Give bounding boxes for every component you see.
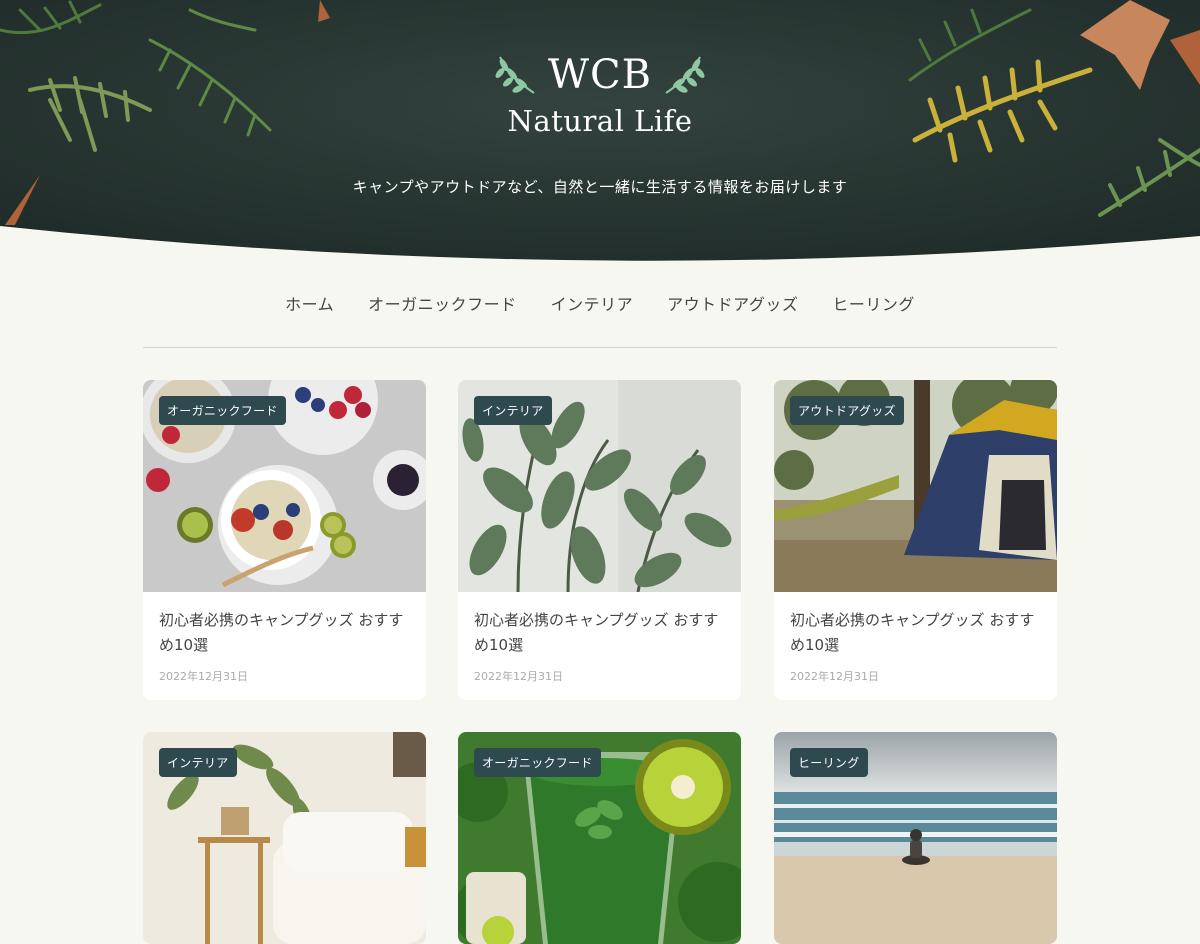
main-nav: ホーム オーガニックフード インテリア アウトドアグッズ ヒーリング [0,290,1200,320]
laurel-right-icon [665,56,705,94]
post-title[interactable]: 初心者必携のキャンプグッズ おすすめ10選 [458,592,741,658]
category-badge[interactable]: インテリア [474,396,552,425]
category-badge[interactable]: ヒーリング [790,748,868,777]
category-badge[interactable]: インテリア [159,748,237,777]
laurel-left-icon [495,56,535,94]
post-title[interactable]: 初心者必携のキャンプグッズ おすすめ10選 [774,592,1057,658]
category-badge[interactable]: オーガニックフード [474,748,601,777]
nav-item-outdoor-goods[interactable]: アウトドアグッズ [667,290,798,320]
nav-item-organic-food[interactable]: オーガニックフード [368,290,517,320]
post-date: 2022年12月31日 [790,670,879,683]
site-tagline: キャンプやアウトドアなど、自然と一緒に生活する情報をお届けします [352,178,848,196]
nav-item-home[interactable]: ホーム [285,290,334,320]
post-card[interactable]: オーガニックフード 初心者必携のキャンプグッズ おすすめ10選 2022年12月… [143,380,426,700]
category-badge[interactable]: オーガニックフード [159,396,286,425]
nav-item-healing[interactable]: ヒーリング [832,290,915,320]
post-card[interactable]: オーガニックフード [458,732,741,944]
nav-divider [143,347,1057,348]
post-card[interactable]: インテリア 初心者必携のキャンプグッズ おすすめ10選 2022年12月31日 [458,380,741,700]
category-badge[interactable]: アウトドアグッズ [790,396,904,425]
nav-item-interior[interactable]: インテリア [551,290,634,320]
logo-subtitle: Natural Life [507,104,693,138]
post-card[interactable]: アウトドアグッズ 初心者必携のキャンプグッズ おすすめ10選 2022年12月3… [774,380,1057,700]
post-title[interactable]: 初心者必携のキャンプグッズ おすすめ10選 [143,592,426,658]
logo-title: WCB [547,52,653,98]
site-logo[interactable]: WCB Natural Life [0,48,1200,138]
hero-header: WCB Natural Life キャンプやアウトドアなど、自然と一緒に生活する… [0,0,1200,270]
post-date: 2022年12月31日 [474,670,563,683]
post-card[interactable]: インテリア [143,732,426,944]
post-date: 2022年12月31日 [159,670,248,683]
post-card[interactable]: ヒーリング [774,732,1057,944]
